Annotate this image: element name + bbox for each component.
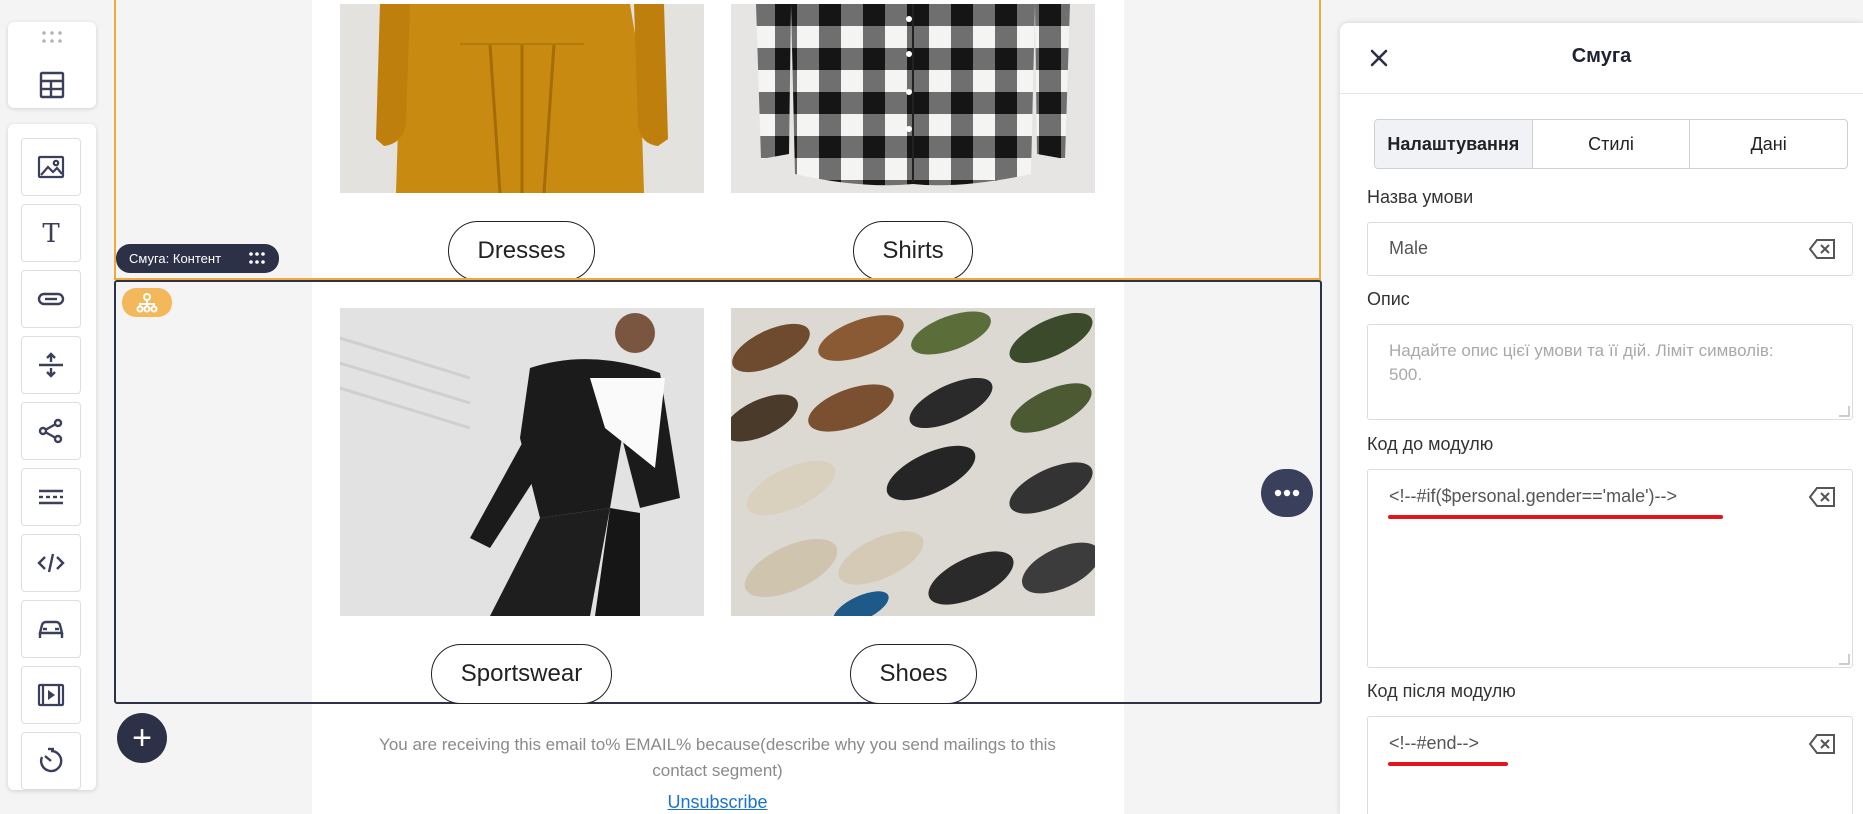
condition-name-value: Male (1389, 238, 1429, 258)
text-icon: T (42, 219, 60, 247)
code-after-value: <!--#end--> (1389, 733, 1480, 753)
shoes-button[interactable]: Shoes (850, 644, 977, 704)
svg-text:T: T (42, 219, 60, 247)
drag-handle-icon[interactable] (38, 30, 66, 44)
stripe-selection-outline (114, 0, 1321, 280)
clear-icon[interactable] (1808, 486, 1836, 508)
text-block-button[interactable]: T (21, 204, 81, 262)
more-icon (1274, 489, 1300, 497)
toolbar-layout-panel (8, 22, 96, 108)
panel-tabs: Налаштування Стилі Дані (1374, 119, 1848, 169)
tab-styles[interactable]: Стилі (1533, 120, 1691, 168)
hierarchy-icon (136, 292, 158, 312)
code-after-label: Код після модулю (1367, 681, 1516, 701)
divider-block-button[interactable] (21, 468, 81, 526)
footer-notice: You are receiving this email to% EMAIL% … (379, 735, 1056, 780)
condition-name-field[interactable]: Male (1367, 222, 1853, 276)
add-stripe-button[interactable]: + (117, 713, 167, 763)
resize-handle-icon[interactable] (1838, 405, 1850, 417)
sportswear-image[interactable] (340, 308, 704, 616)
code-before-label: Код до модулю (1367, 434, 1494, 454)
image-block-button[interactable] (21, 138, 81, 196)
clear-icon[interactable] (1808, 238, 1836, 260)
car-icon (38, 620, 64, 638)
html-block-button[interactable] (21, 534, 81, 592)
code-before-field[interactable]: <!--#if($personal.gender=='male')--> (1367, 469, 1853, 668)
sportswear-button[interactable]: Sportswear (431, 644, 612, 704)
timer-icon (40, 747, 63, 773)
more-options-button[interactable] (1261, 469, 1313, 517)
html-code-icon (37, 553, 65, 573)
divider-icon (39, 489, 63, 505)
code-after-field[interactable]: <!--#end--> (1367, 716, 1853, 814)
button-block-button[interactable] (21, 270, 81, 328)
condition-badge[interactable] (122, 288, 172, 317)
tab-data[interactable]: Дані (1690, 120, 1847, 168)
annotation-underline (1388, 762, 1508, 766)
clear-icon[interactable] (1808, 733, 1836, 755)
description-field[interactable]: Надайте опис цієї умови та її дій. Ліміт… (1367, 324, 1853, 420)
layout-icon[interactable] (38, 70, 66, 100)
button-icon (37, 292, 65, 306)
settings-panel: Смуга Налаштування Стилі Дані Назва умов… (1340, 23, 1863, 814)
condition-name-label: Назва умови (1367, 187, 1474, 207)
resize-handle-icon[interactable] (1838, 653, 1850, 665)
code-before-value: <!--#if($personal.gender=='male')--> (1389, 486, 1678, 506)
panel-title: Смуга (1571, 45, 1632, 67)
active-stripe-outline[interactable] (114, 280, 1322, 704)
drag-handle-icon[interactable] (248, 251, 266, 265)
unsubscribe-link[interactable]: Unsubscribe (620, 792, 815, 813)
shoes-image[interactable] (731, 308, 1095, 616)
product-block-button[interactable] (21, 600, 81, 658)
stripe-content-label[interactable]: Смуга: Контент (116, 244, 279, 273)
image-icon (37, 155, 65, 179)
spacer-block-button[interactable] (21, 336, 81, 394)
tab-settings[interactable]: Налаштування (1375, 120, 1533, 168)
description-placeholder: Надайте опис цієї умови та її дій. Ліміт… (1389, 341, 1774, 384)
blocks-toolbar: T (8, 124, 96, 790)
annotation-underline (1388, 515, 1723, 519)
spacer-icon (39, 352, 63, 378)
stripe-label-text: Смуга: Контент (129, 251, 222, 266)
social-block-button[interactable] (21, 402, 81, 460)
timer-block-button[interactable] (21, 732, 81, 790)
description-label: Опис (1367, 289, 1410, 309)
video-block-button[interactable] (21, 666, 81, 724)
social-icon (38, 418, 63, 444)
video-icon (37, 683, 65, 707)
